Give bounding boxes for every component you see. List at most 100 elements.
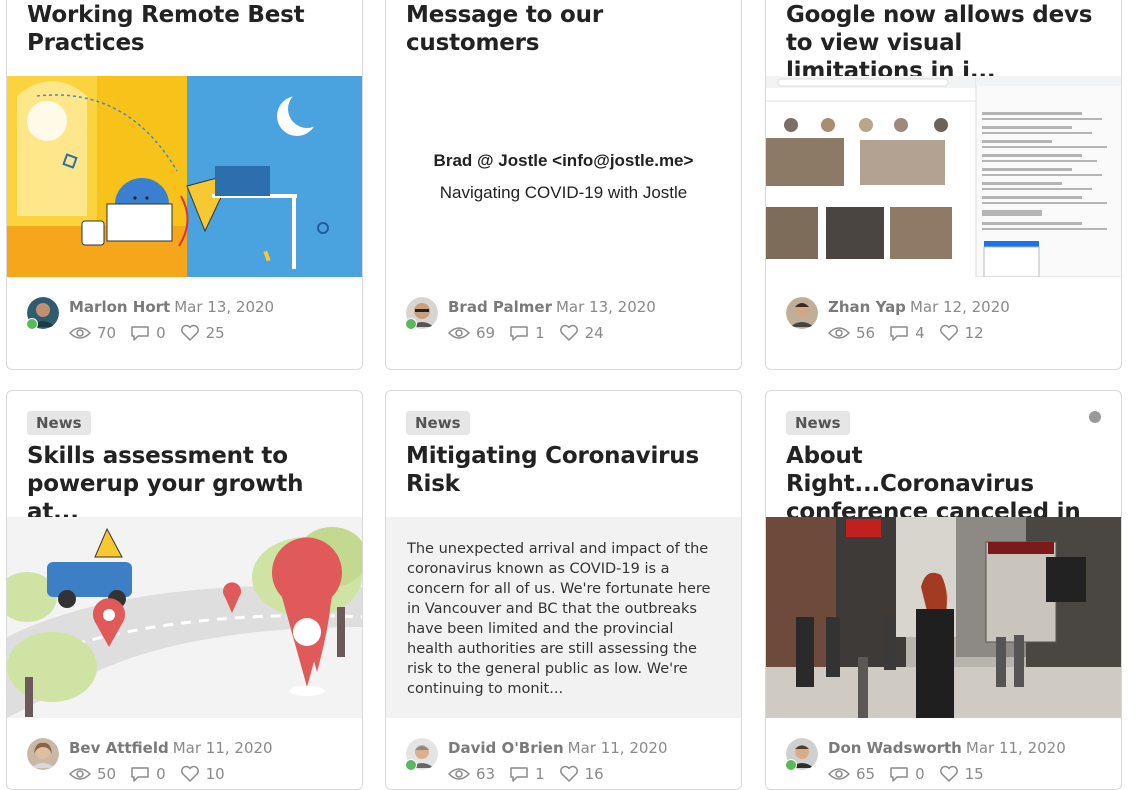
comments-count: 1 (535, 765, 545, 783)
comments-stat[interactable]: 0 (130, 324, 166, 342)
online-status-dot (26, 318, 38, 330)
comments-stat[interactable]: 4 (889, 324, 925, 342)
post-stats: 69 1 24 (448, 324, 618, 342)
post-title[interactable]: Mitigating Coronavirus Risk (406, 442, 723, 498)
likes-stat[interactable]: 16 (559, 765, 604, 783)
author-name[interactable]: Don Wadsworth (828, 739, 962, 757)
likes-count: 25 (205, 324, 225, 342)
comments-count: 1 (535, 324, 545, 342)
post-card[interactable]: Message to our customers Brad @ Jostle <… (385, 0, 742, 370)
eye-icon (828, 768, 850, 780)
city-street-photo (766, 517, 1121, 718)
likes-count: 10 (205, 765, 225, 783)
heart-icon (559, 324, 578, 341)
likes-stat[interactable]: 25 (180, 324, 225, 342)
post-card[interactable]: News Skills assessment to powerup your g… (6, 390, 363, 790)
comment-icon (510, 326, 528, 341)
post-card[interactable]: News About Right...Coronavirus conferenc… (765, 390, 1122, 790)
comments-count: 0 (156, 324, 166, 342)
author-name[interactable]: David O'Brien (448, 739, 564, 757)
comments-stat[interactable]: 0 (889, 765, 925, 783)
email-sender: Brad @ Jostle <info@jostle.me> (433, 150, 694, 170)
views-count: 70 (97, 324, 117, 342)
email-subject: Navigating COVID-19 with Jostle (439, 182, 688, 202)
post-excerpt[interactable]: The unexpected arrival and impact of the… (386, 517, 741, 718)
author-avatar[interactable] (27, 738, 59, 770)
views-stat: 50 (69, 765, 116, 783)
likes-count: 16 (584, 765, 604, 783)
post-date: Mar 13, 2020 (174, 298, 275, 316)
author-name[interactable]: Brad Palmer (448, 298, 552, 316)
post-photo[interactable] (766, 517, 1121, 718)
unread-indicator (1089, 411, 1101, 423)
post-stats: 70 0 25 (69, 324, 239, 342)
category-badge: News (406, 411, 470, 435)
online-status-dot (785, 759, 797, 771)
views-stat: 63 (448, 765, 495, 783)
post-title[interactable]: Working Remote Best Practices (27, 1, 344, 57)
likes-count: 15 (964, 765, 984, 783)
devtools-screenshot (766, 76, 1121, 277)
post-stats: 63 1 16 (448, 765, 618, 783)
post-stats: 56 4 12 (828, 324, 998, 342)
heart-icon (559, 765, 578, 782)
post-title[interactable]: Google now allows devs to view visual li… (786, 1, 1103, 85)
views-stat: 65 (828, 765, 875, 783)
road-map-illustration (7, 517, 362, 718)
views-count: 63 (476, 765, 496, 783)
eye-icon (69, 768, 91, 780)
comments-count: 0 (915, 765, 925, 783)
author-name[interactable]: Bev Attfield (69, 739, 169, 757)
post-illustration[interactable] (7, 517, 362, 718)
eye-icon (448, 768, 470, 780)
post-card[interactable]: Google now allows devs to view visual li… (765, 0, 1122, 370)
post-date: Mar 11, 2020 (567, 739, 668, 757)
remote-work-illustration (7, 76, 362, 277)
views-stat: 69 (448, 324, 495, 342)
post-illustration[interactable] (7, 76, 362, 277)
comments-stat[interactable]: 0 (130, 765, 166, 783)
likes-count: 24 (584, 324, 604, 342)
likes-stat[interactable]: 10 (180, 765, 225, 783)
heart-icon (939, 765, 958, 782)
likes-stat[interactable]: 15 (939, 765, 984, 783)
post-title[interactable]: Message to our customers (406, 1, 723, 57)
post-date: Mar 11, 2020 (172, 739, 273, 757)
author-name[interactable]: Zhan Yap (828, 298, 906, 316)
comment-icon (131, 326, 149, 341)
author-avatar[interactable] (786, 297, 818, 329)
views-count: 69 (476, 324, 496, 342)
post-email-preview[interactable]: Brad @ Jostle <info@jostle.me> Navigatin… (386, 76, 741, 277)
comments-count: 4 (915, 324, 925, 342)
eye-icon (448, 327, 470, 339)
heart-icon (939, 324, 958, 341)
post-title[interactable]: Skills assessment to powerup your growth… (27, 442, 344, 526)
heart-icon (180, 765, 199, 782)
category-badge: News (27, 411, 91, 435)
post-screenshot-image[interactable] (766, 76, 1121, 277)
post-stats: 65 0 15 (828, 765, 998, 783)
views-stat: 70 (69, 324, 116, 342)
comment-icon (890, 326, 908, 341)
views-count: 50 (97, 765, 117, 783)
online-status-dot (405, 318, 417, 330)
eye-icon (69, 327, 91, 339)
comments-stat[interactable]: 1 (509, 324, 545, 342)
category-badge: News (786, 411, 850, 435)
comments-stat[interactable]: 1 (509, 765, 545, 783)
heart-icon (180, 324, 199, 341)
comments-count: 0 (156, 765, 166, 783)
post-card[interactable]: Working Remote Best Practices Marlon Hor… (6, 0, 363, 370)
post-date: Mar 11, 2020 (965, 739, 1066, 757)
post-card[interactable]: News Mitigating Coronavirus Risk The une… (385, 390, 742, 790)
likes-stat[interactable]: 12 (939, 324, 984, 342)
eye-icon (828, 327, 850, 339)
author-name[interactable]: Marlon Hort (69, 298, 170, 316)
post-date: Mar 12, 2020 (909, 298, 1010, 316)
likes-stat[interactable]: 24 (559, 324, 604, 342)
views-stat: 56 (828, 324, 875, 342)
post-date: Mar 13, 2020 (555, 298, 656, 316)
likes-count: 12 (964, 324, 984, 342)
views-count: 65 (856, 765, 876, 783)
post-stats: 50 0 10 (69, 765, 239, 783)
